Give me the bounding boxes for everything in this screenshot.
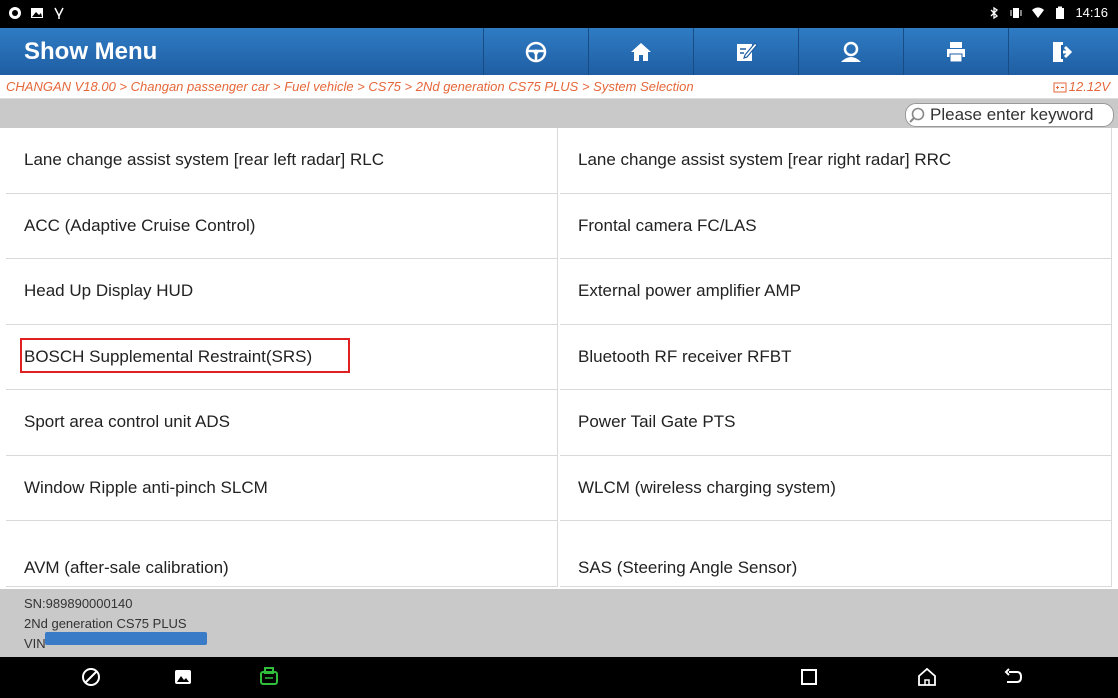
system-label: ACC (Adaptive Cruise Control) — [24, 215, 256, 235]
system-item[interactable]: ACC (Adaptive Cruise Control) — [6, 193, 558, 259]
vin-label: VIN — [24, 636, 46, 651]
browser-icon[interactable] — [80, 666, 102, 688]
exit-icon — [1053, 41, 1073, 62]
gallery-icon[interactable] — [172, 666, 194, 688]
breadcrumb-path: CHANGAN V18.00 > Changan passenger car >… — [6, 79, 694, 94]
system-item[interactable]: Lane change assist system [rear right ra… — [560, 128, 1112, 194]
system-item[interactable]: WLCM (wireless charging system) — [560, 455, 1112, 521]
edit-report-icon — [737, 41, 758, 61]
system-label: Window Ripple anti-pinch SLCM — [24, 477, 268, 497]
car-battery-icon — [1053, 82, 1067, 92]
user-button[interactable] — [798, 28, 903, 75]
vin-redaction — [45, 632, 207, 645]
edit-report-button[interactable] — [693, 28, 798, 75]
home-nav-icon[interactable] — [916, 666, 938, 688]
system-item[interactable]: Head Up Display HUD — [6, 259, 558, 325]
print-icon — [947, 41, 965, 62]
system-label: Sport area control unit ADS — [24, 412, 231, 432]
image-notification-icon — [31, 8, 43, 18]
system-label: External power amplifier AMP — [578, 281, 801, 301]
back-icon[interactable] — [1002, 666, 1024, 688]
search-box[interactable] — [905, 103, 1114, 127]
system-label: Power Tail Gate PTS — [578, 412, 736, 432]
system-label: AVM (after-sale calibration) — [24, 557, 229, 577]
app-notification-icon — [9, 7, 21, 19]
system-label: Lane change assist system [rear left rad… — [24, 150, 384, 170]
steering-wheel-icon — [525, 41, 547, 62]
system-label: WLCM (wireless charging system) — [578, 477, 836, 497]
toolbar — [483, 28, 1113, 75]
system-label: Head Up Display HUD — [24, 281, 194, 301]
search-input[interactable] — [930, 105, 1110, 125]
battery-icon — [1056, 6, 1065, 19]
status-bar: 14:16 — [0, 0, 1118, 28]
page-title: Show Menu — [24, 38, 158, 65]
system-item[interactable]: External power amplifier AMP — [560, 259, 1112, 325]
system-label: SAS (Steering Angle Sensor) — [578, 557, 798, 577]
steering-wheel-button[interactable] — [483, 28, 588, 75]
voltage-value: 12.12V — [1068, 79, 1110, 94]
title-bar: Show Menu — [0, 28, 1118, 75]
system-grid: Lane change assist system [rear left rad… — [6, 128, 1112, 588]
vehicle-info: SN:989890000140 2Nd generation CS75 PLUS… — [0, 589, 1118, 657]
wifi-icon — [1032, 7, 1045, 18]
system-label: Frontal camera FC/LAS — [578, 215, 757, 235]
system-label: Bluetooth RF receiver RFBT — [578, 346, 792, 366]
vehicle-model: 2Nd generation CS75 PLUS — [24, 616, 187, 631]
recent-apps-icon[interactable] — [798, 666, 820, 688]
system-label: BOSCH Supplemental Restraint(SRS) — [20, 337, 350, 373]
system-item[interactable]: Sport area control unit ADS — [6, 390, 558, 456]
print-button[interactable] — [903, 28, 1008, 75]
vci-icon[interactable] — [258, 666, 280, 688]
serial-number: SN:989890000140 — [24, 596, 133, 611]
search-icon — [909, 107, 925, 123]
navigation-bar — [0, 657, 1118, 698]
system-label: Lane change assist system [rear right ra… — [578, 150, 952, 170]
status-time: 14:16 — [1075, 5, 1108, 20]
status-left-icons — [8, 6, 66, 20]
bluetooth-icon — [990, 6, 999, 19]
status-right-icons: 14:16 — [987, 5, 1108, 20]
system-item[interactable]: SAS (Steering Angle Sensor) — [560, 521, 1112, 587]
system-item[interactable]: Bluetooth RF receiver RFBT — [560, 324, 1112, 390]
battery-voltage: 12.12V — [1053, 79, 1110, 94]
exit-button[interactable] — [1008, 28, 1113, 75]
system-item-srs[interactable]: BOSCH Supplemental Restraint(SRS) — [6, 324, 558, 390]
system-item[interactable]: AVM (after-sale calibration) — [6, 521, 558, 587]
highlight-box — [20, 337, 350, 373]
breadcrumb: CHANGAN V18.00 > Changan passenger car >… — [0, 75, 1118, 99]
system-item[interactable]: Power Tail Gate PTS — [560, 390, 1112, 456]
user-icon — [841, 41, 861, 62]
usb-debug-icon — [54, 7, 64, 19]
home-icon — [631, 42, 651, 61]
home-button[interactable] — [588, 28, 693, 75]
system-item[interactable]: Frontal camera FC/LAS — [560, 193, 1112, 259]
vibrate-icon — [1010, 7, 1022, 18]
system-item[interactable]: Window Ripple anti-pinch SLCM — [6, 455, 558, 521]
search-row — [0, 99, 1118, 128]
system-item[interactable]: Lane change assist system [rear left rad… — [6, 128, 558, 194]
